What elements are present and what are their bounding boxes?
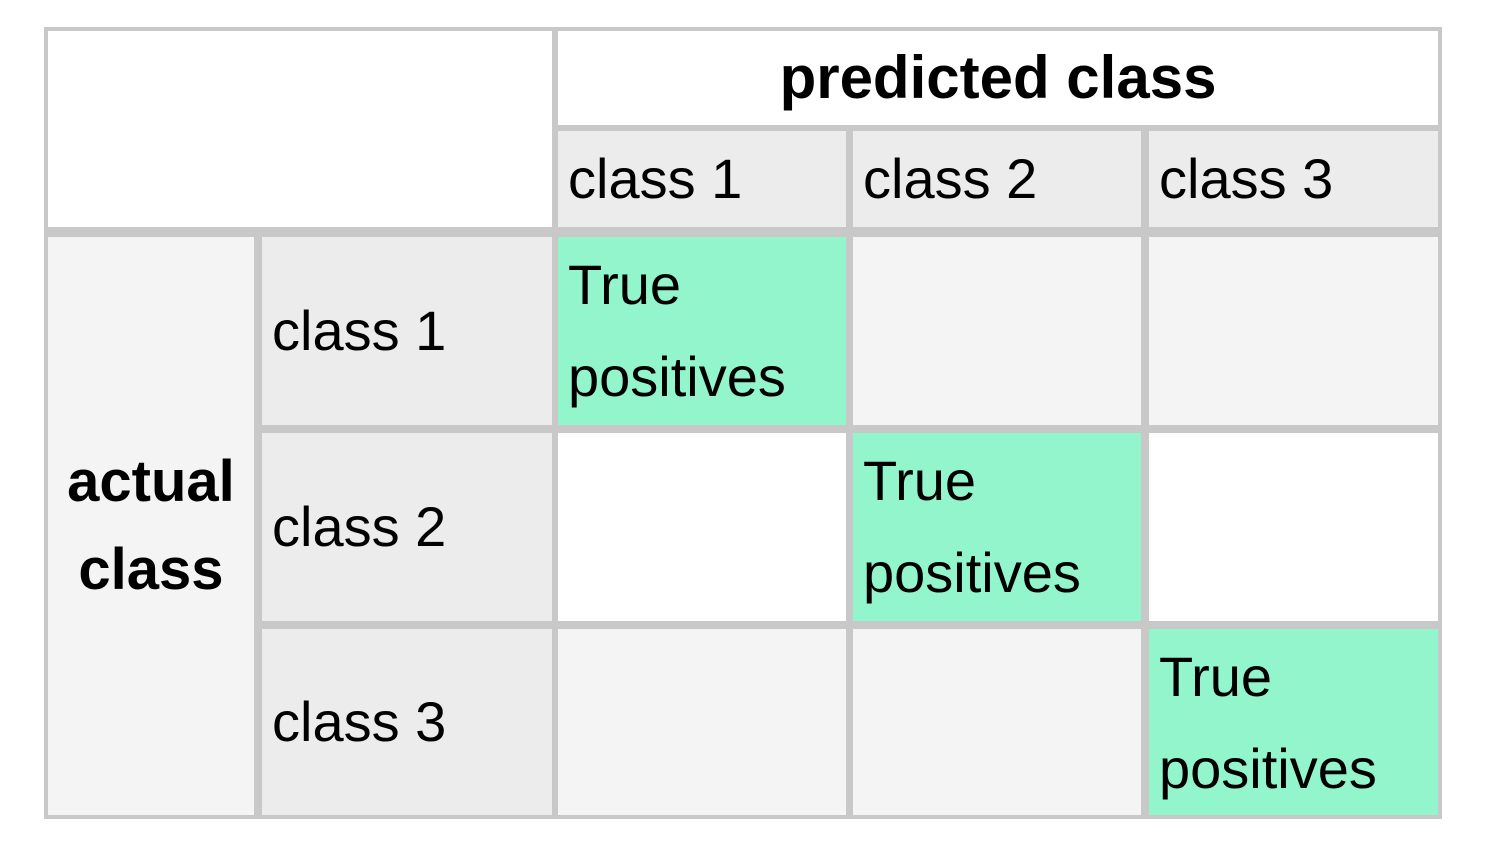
column-header-class-2: class 2	[853, 131, 1141, 227]
cell-3-2	[853, 629, 1141, 815]
cell-1-3	[1149, 237, 1438, 425]
row-header-class-3: class 3	[262, 629, 552, 815]
cell-2-1	[558, 433, 846, 621]
actual-class-header: actual class	[48, 237, 254, 815]
cell-true-positive-2-2: True positives	[853, 433, 1141, 621]
confusion-matrix-table: predicted class class 1 class 2 class 3 …	[44, 27, 1442, 819]
cell-2-3	[1149, 433, 1438, 621]
cell-true-positive-1-1: True positives	[558, 237, 846, 425]
predicted-class-header: predicted class	[558, 31, 1438, 125]
cell-3-1	[558, 629, 846, 815]
column-header-class-1: class 1	[558, 131, 846, 227]
corner-cell	[48, 31, 552, 227]
column-header-class-3: class 3	[1149, 131, 1438, 227]
cell-1-2	[853, 237, 1141, 425]
row-header-class-2: class 2	[262, 433, 552, 621]
row-header-class-1: class 1	[262, 237, 552, 425]
cell-true-positive-3-3: True positives	[1149, 629, 1438, 815]
